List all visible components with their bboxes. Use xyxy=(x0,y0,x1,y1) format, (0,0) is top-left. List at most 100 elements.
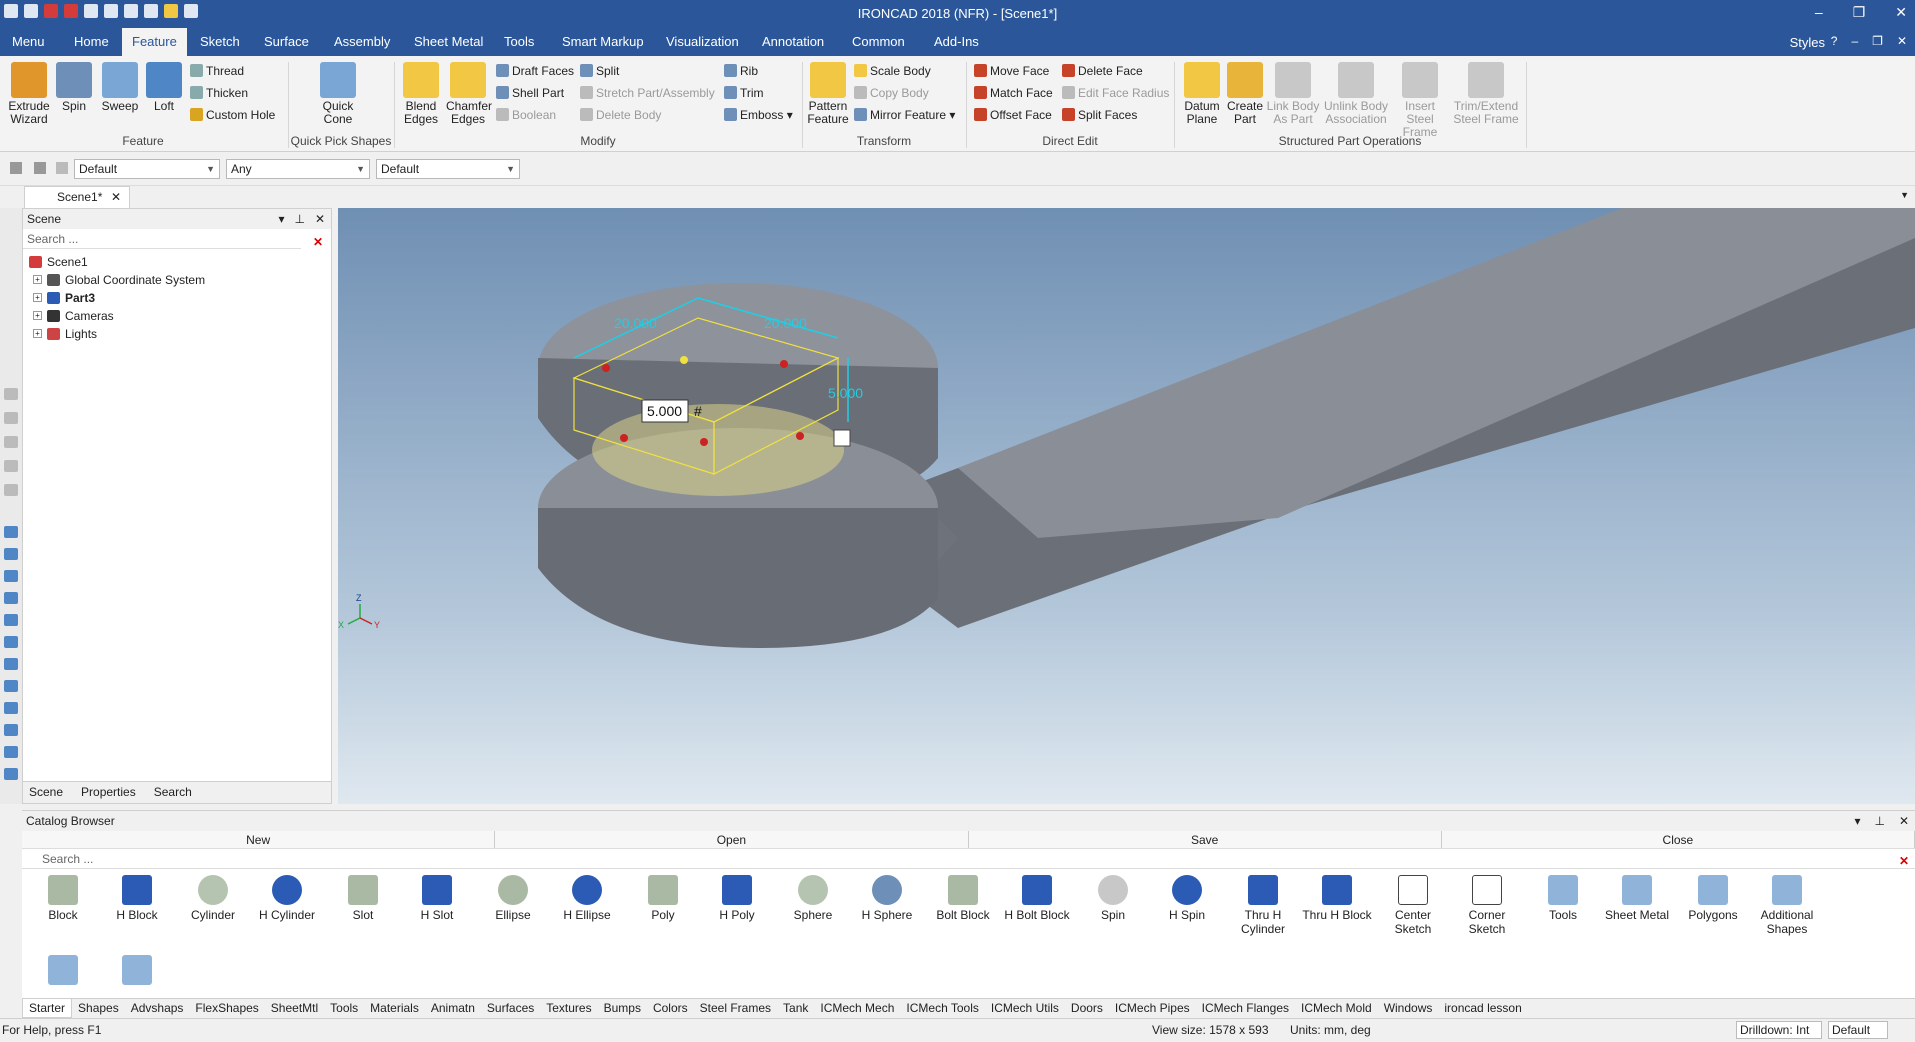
tree-node-part3[interactable]: + Part3 xyxy=(23,289,331,307)
delete-body-button[interactable]: Delete Body xyxy=(580,106,661,124)
move-face-button[interactable]: Move Face xyxy=(974,62,1049,80)
model-view[interactable]: 20.000 20.000 5.000 5.000 # Z X Y xyxy=(338,208,1915,804)
shape-h-sphere[interactable]: H Sphere xyxy=(852,875,922,922)
catalog-tab[interactable]: Doors xyxy=(1065,999,1109,1018)
tool-icon[interactable] xyxy=(4,484,18,496)
tool-icon[interactable] xyxy=(4,614,18,626)
help-icon[interactable]: ? xyxy=(1831,34,1838,48)
folder-sheet-metal[interactable]: Sheet Metal xyxy=(1602,875,1672,922)
quick-cone-button[interactable]: Quick Cone xyxy=(316,62,360,126)
scale-body-button[interactable]: Scale Body xyxy=(854,62,931,80)
tool-icon[interactable] xyxy=(4,702,18,714)
tool-icon[interactable] xyxy=(4,724,18,736)
tool-icon[interactable] xyxy=(4,460,18,472)
pointer-icon[interactable] xyxy=(34,162,46,174)
tree-node-global-coordinate-system[interactable]: + Global Coordinate System xyxy=(23,271,331,289)
chevron-down-icon[interactable]: ▼ xyxy=(1900,190,1909,200)
anchor-icon[interactable] xyxy=(833,429,851,447)
spin-button[interactable]: Spin xyxy=(56,62,92,113)
catalog-tab[interactable]: Tools xyxy=(324,999,364,1018)
link-body-button[interactable]: Link Body As Part xyxy=(1266,62,1320,126)
match-face-button[interactable]: Match Face xyxy=(974,84,1053,102)
catalog-tab[interactable]: SheetMtl xyxy=(265,999,324,1018)
tab-scene[interactable]: Scene xyxy=(29,782,63,803)
thicken-button[interactable]: Thicken xyxy=(190,84,248,102)
shape-poly[interactable]: Poly xyxy=(628,875,698,922)
catalog-open-button[interactable]: Open xyxy=(495,831,969,848)
copy-body-button[interactable]: Copy Body xyxy=(854,84,929,102)
shape-bolt-block[interactable]: Bolt Block xyxy=(928,875,998,922)
split-faces-button[interactable]: Split Faces xyxy=(1062,106,1137,124)
catalog-tab[interactable]: Tank xyxy=(777,999,814,1018)
catalog-tab[interactable]: Bumps xyxy=(598,999,647,1018)
tab-home[interactable]: Home xyxy=(64,28,119,56)
tab-add-ins[interactable]: Add-Ins xyxy=(924,28,989,56)
shape-h-slot[interactable]: H Slot xyxy=(402,875,472,922)
filter-combo[interactable]: Any ▼ xyxy=(226,159,370,179)
shape-spin[interactable]: Spin xyxy=(1078,875,1148,922)
dimension-input-value[interactable]: 5.000 xyxy=(647,403,682,419)
chevron-down-icon[interactable]: ▾ xyxy=(278,209,284,229)
size-handle[interactable] xyxy=(680,356,688,364)
shape-handle[interactable] xyxy=(602,364,610,372)
shape-thru-h-block[interactable]: Thru H Block xyxy=(1302,875,1372,922)
rib-button[interactable]: Rib xyxy=(724,62,758,80)
dimension-lock-toggle[interactable]: # xyxy=(694,403,702,419)
close-icon[interactable]: ✕ xyxy=(1895,4,1907,21)
close-icon[interactable]: ✕ xyxy=(1899,811,1909,831)
tool-icon[interactable] xyxy=(4,436,18,448)
tab-tools[interactable]: Tools xyxy=(494,28,544,56)
insert-steel-frame-button[interactable]: Insert Steel Frame xyxy=(1390,62,1450,139)
minimize-icon[interactable]: – xyxy=(1815,4,1823,21)
tool-icon[interactable] xyxy=(4,388,18,400)
tab-visualization[interactable]: Visualization xyxy=(656,28,749,56)
tool-icon[interactable] xyxy=(4,412,18,424)
tab-common[interactable]: Common xyxy=(842,28,915,56)
thread-button[interactable]: Thread xyxy=(190,62,244,80)
trim-button[interactable]: Trim xyxy=(724,84,764,102)
offset-face-button[interactable]: Offset Face xyxy=(974,106,1052,124)
catalog-tab[interactable]: Shapes xyxy=(72,999,125,1018)
close-icon[interactable]: ✕ xyxy=(315,209,325,229)
shape-sphere[interactable]: Sphere xyxy=(778,875,848,922)
split-button[interactable]: Split xyxy=(580,62,619,80)
drilldown-select[interactable]: Drilldown: Int xyxy=(1736,1021,1822,1039)
catalog-tab[interactable]: FlexShapes xyxy=(189,999,264,1018)
shape-center-sketch[interactable]: Center Sketch xyxy=(1378,875,1448,936)
unlink-body-button[interactable]: Unlink Body Association xyxy=(1322,62,1390,126)
dimension-height-label[interactable]: 5.000 xyxy=(828,385,863,401)
catalog-tab-starter[interactable]: Starter xyxy=(22,999,73,1018)
trim-extend-steel-button[interactable]: Trim/Extend Steel Frame xyxy=(1452,62,1520,126)
tab-sketch[interactable]: Sketch xyxy=(190,28,250,56)
expand-icon[interactable]: + xyxy=(33,275,42,284)
shape-h-ellipse[interactable]: H Ellipse xyxy=(552,875,622,922)
shape-block[interactable]: Block xyxy=(28,875,98,922)
tree-node-lights[interactable]: + Lights xyxy=(23,325,331,343)
tool-icon[interactable] xyxy=(4,526,18,538)
boolean-button[interactable]: Boolean xyxy=(496,106,556,124)
catalog-search-input[interactable]: Search ... ✕ xyxy=(22,849,1915,869)
expand-icon[interactable]: + xyxy=(33,293,42,302)
catalog-tab[interactable]: Animatn xyxy=(425,999,481,1018)
tree-node-cameras[interactable]: + Cameras xyxy=(23,307,331,325)
3d-viewport[interactable]: 20.000 20.000 5.000 5.000 # Z X Y xyxy=(338,208,1915,804)
tab-annotation[interactable]: Annotation xyxy=(752,28,834,56)
ribbon-close-icon[interactable]: ✕ xyxy=(1897,34,1907,48)
mirror-feature-button[interactable]: Mirror Feature ▾ xyxy=(854,106,955,124)
catalog-tab[interactable]: ICMech Mech xyxy=(814,999,900,1018)
catalog-tab[interactable]: ICMech Pipes xyxy=(1109,999,1196,1018)
expand-icon[interactable]: + xyxy=(33,329,42,338)
ribbon-restore-icon[interactable]: ❐ xyxy=(1872,34,1883,48)
custom-hole-button[interactable]: Custom Hole xyxy=(190,106,275,124)
folder-item[interactable] xyxy=(102,955,172,988)
window-select-icon[interactable] xyxy=(56,162,68,174)
shape-handle[interactable] xyxy=(780,360,788,368)
shape-handle[interactable] xyxy=(796,432,804,440)
catalog-tab[interactable]: ICMech Mold xyxy=(1295,999,1378,1018)
close-tab-icon[interactable]: ✕ xyxy=(111,187,121,207)
shape-ellipse[interactable]: Ellipse xyxy=(478,875,548,922)
clear-search-icon[interactable]: ✕ xyxy=(313,232,323,252)
shape-handle[interactable] xyxy=(700,438,708,446)
extrude-wizard-button[interactable]: Extrude Wizard xyxy=(6,62,52,126)
catalog-tab[interactable]: ironcad lesson xyxy=(1438,999,1527,1018)
